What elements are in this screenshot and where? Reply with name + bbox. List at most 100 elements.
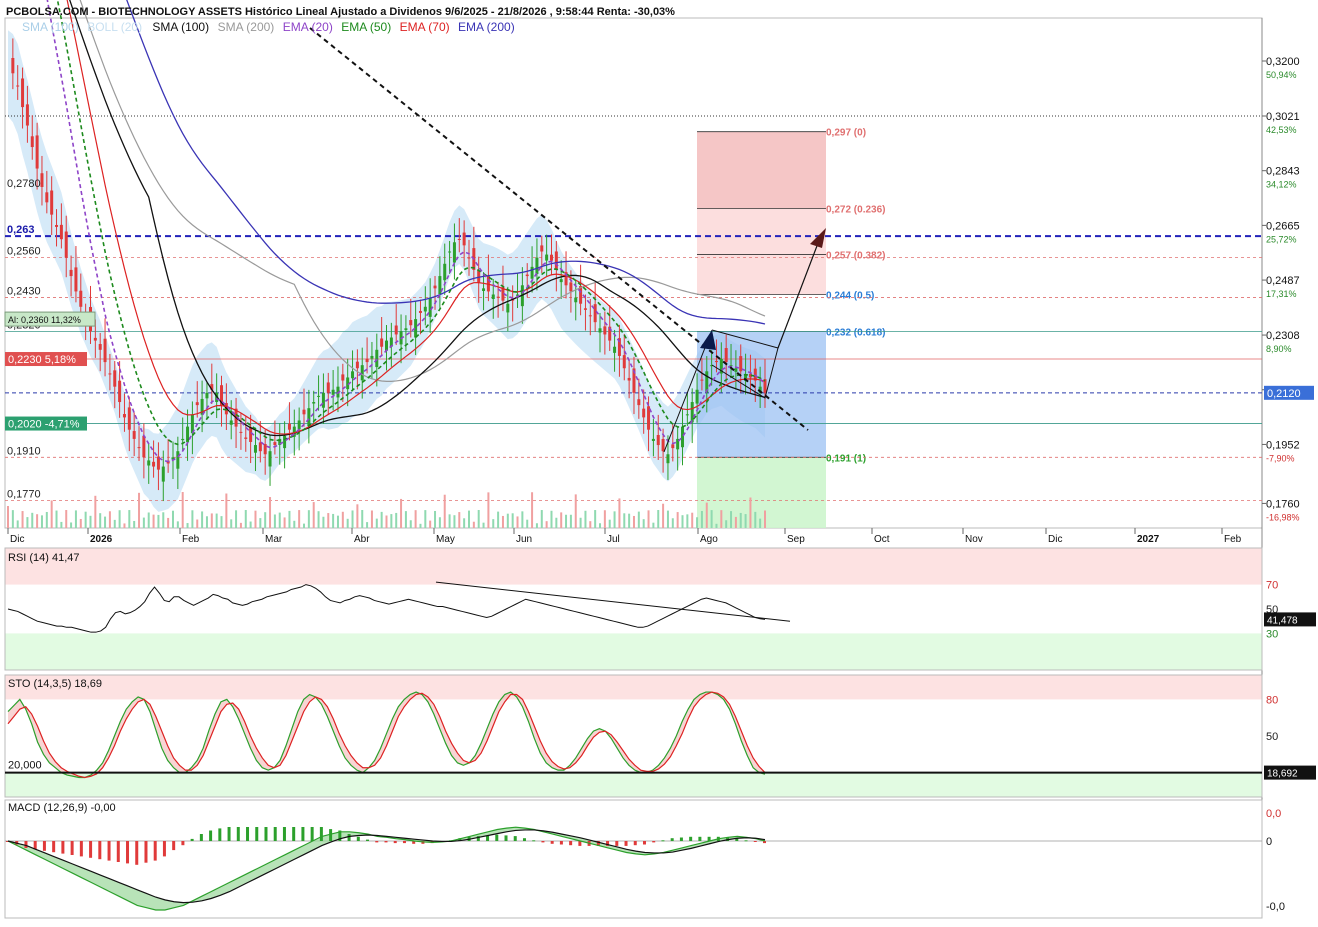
volume-bar (652, 522, 655, 528)
volume-bar (7, 506, 9, 528)
candle-body (651, 438, 655, 441)
volume-bar (162, 512, 165, 528)
volume-bar (623, 513, 626, 528)
volume-bar (715, 523, 718, 528)
volume-bar (259, 518, 262, 528)
volume-bar (453, 515, 456, 528)
macd-histogram-bar (504, 835, 508, 841)
volume-bar (341, 511, 344, 528)
candle-body (394, 325, 398, 335)
volume-bar (438, 517, 441, 528)
macd-histogram-bar (246, 827, 250, 841)
volume-bar (429, 520, 432, 528)
volume-bar (142, 517, 145, 528)
macd-histogram-bar (218, 828, 222, 841)
candle-body (137, 447, 141, 449)
volume-bar (138, 492, 141, 528)
candle-body (59, 224, 63, 240)
candle-body (666, 454, 670, 464)
macd-histogram-bar (292, 827, 296, 841)
macd-histogram-bar (689, 836, 693, 841)
candle-body (549, 254, 553, 261)
left-price-label: 0,2560 (7, 246, 41, 258)
candle-body (574, 297, 578, 303)
macd-histogram-bar (190, 838, 194, 841)
price-axis-label: 0,2843 (1266, 166, 1300, 178)
volume-bar (351, 510, 354, 528)
volume-bar (157, 514, 160, 528)
volume-bar (443, 494, 446, 528)
volume-bar (730, 511, 733, 528)
macd-histogram-bar (273, 827, 277, 841)
volume-bar (60, 521, 63, 528)
macd-histogram-bar (79, 841, 83, 857)
volume-bar (759, 518, 762, 528)
volume-bar (167, 517, 170, 528)
candle-body (685, 414, 689, 416)
macd-histogram-bar (135, 841, 139, 865)
volume-bar (118, 510, 121, 528)
fib-zone-mid (697, 208, 826, 295)
candle-body (239, 431, 243, 433)
candle-body (176, 451, 180, 469)
volume-bar (686, 514, 689, 528)
macd-histogram-bar (52, 841, 56, 853)
volume-bar (293, 520, 296, 528)
candle-body (370, 355, 374, 359)
percent-axis-label: 25,72% (1266, 234, 1297, 244)
volume-bar (201, 511, 204, 528)
candle-body (331, 389, 335, 395)
fib-label: 0,272 (0.236) (826, 204, 886, 215)
rsi-oversold-zone (5, 633, 1262, 670)
current-price-label: 0,2120 (1267, 388, 1301, 400)
month-label: 2027 (1137, 534, 1160, 545)
volume-bar (710, 510, 713, 528)
legend-item: SMA (100) (22, 20, 79, 34)
macd-histogram-bar (513, 836, 517, 841)
macd-histogram-bar (89, 841, 93, 858)
candle-body (64, 231, 68, 258)
candle-body (467, 257, 471, 259)
macd-histogram-bar (661, 840, 665, 842)
sto-title: STO (14,3,5) 18,69 (8, 678, 102, 690)
indicator-legend: SMA (100) BOLL (20) SMA (100) SMA (200) EMA … (22, 20, 515, 34)
candle-body (147, 460, 151, 466)
volume-bar (366, 522, 369, 528)
candle-body (355, 361, 359, 369)
volume-bar (55, 510, 58, 528)
volume-bar (458, 512, 461, 528)
price-axis-label: 0,3021 (1266, 111, 1300, 123)
volume-bar (676, 512, 679, 528)
volume-bar (492, 519, 495, 528)
candle-body (535, 257, 539, 275)
volume-bar (647, 510, 650, 528)
macd-histogram-bar (162, 841, 166, 857)
candle-body (428, 297, 432, 317)
volume-bar (196, 519, 199, 528)
volume-bar (181, 492, 184, 528)
volume-bar (404, 511, 407, 528)
candle-body (375, 349, 379, 368)
sto-k-line (7, 691, 766, 779)
volume-bar (269, 497, 272, 528)
candle-body (244, 437, 248, 439)
rsi-current-label: 41,478 (1267, 615, 1298, 626)
volume-bar (603, 510, 606, 528)
volume-bar (322, 516, 325, 528)
legend-item: SMA (200) (218, 20, 275, 34)
volume-bar (608, 519, 611, 528)
month-label: Jul (607, 534, 620, 545)
volume-bar (414, 510, 417, 528)
candle-body (113, 370, 117, 387)
candle-body (603, 326, 607, 335)
candle-body (559, 279, 563, 283)
candle-body (418, 310, 422, 313)
candle-body (40, 173, 44, 187)
candle-body (656, 434, 660, 446)
volume-bar (220, 516, 223, 528)
left-price-label: 0,1770 (7, 488, 41, 500)
volume-bar (332, 513, 335, 528)
volume-bar (312, 502, 315, 528)
volume-bar (147, 512, 150, 528)
macd-histogram-bar (70, 841, 74, 855)
